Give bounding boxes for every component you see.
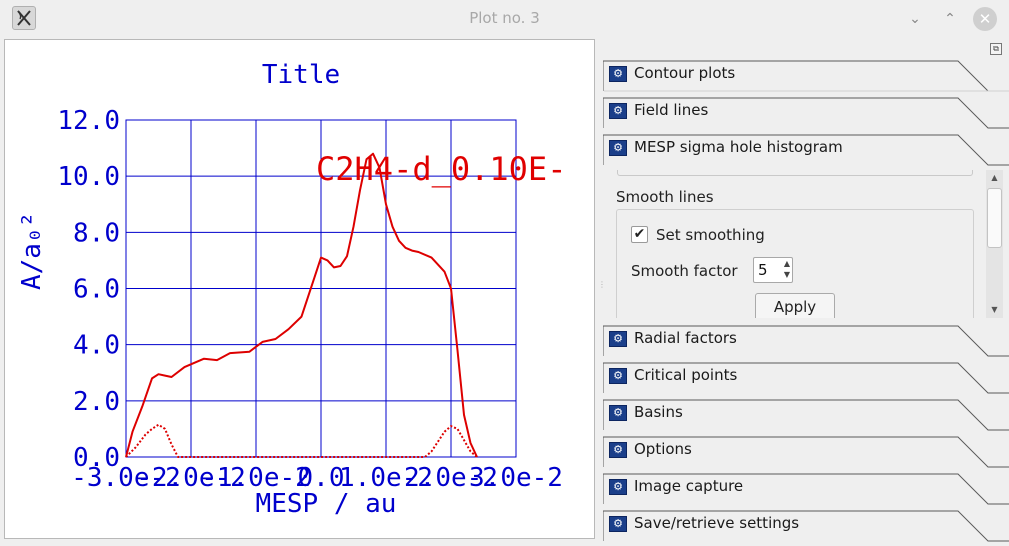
gear-icon: ⚙: [609, 368, 627, 384]
gear-icon: ⚙: [609, 140, 627, 156]
y-tick-labels: 0.02.04.06.08.010.012.0: [57, 106, 120, 473]
tab-label: MESP sigma hole histogram: [634, 138, 843, 156]
scrollbar-thumb[interactable]: [987, 188, 1002, 248]
spin-down-icon[interactable]: ▼: [784, 270, 790, 279]
tab-critical-points[interactable]: ⚙ Critical points: [603, 359, 1009, 394]
set-smoothing-checkbox[interactable]: ✔: [631, 226, 648, 243]
series-line-solid: [125, 152, 478, 458]
tab-radial-factors[interactable]: ⚙ Radial factors: [603, 322, 1009, 357]
tab-label: Image capture: [634, 477, 744, 495]
spin-up-icon[interactable]: ▲: [784, 259, 790, 268]
gear-icon: ⚙: [609, 103, 627, 119]
tab-label: Radial factors: [634, 329, 737, 347]
tab-basins[interactable]: ⚙ Basins: [603, 396, 1009, 431]
scroll-down-icon[interactable]: ▼: [986, 302, 1003, 318]
apply-button[interactable]: Apply: [755, 293, 835, 318]
tab-label: Basins: [634, 403, 683, 421]
splitter-handle[interactable]: ⋮: [598, 280, 606, 296]
x-axis-label: MESP / au: [256, 489, 397, 519]
tab-label: Contour plots: [634, 64, 736, 82]
set-smoothing-label[interactable]: Set smoothing: [656, 226, 765, 244]
gear-icon: ⚙: [609, 442, 627, 458]
dock-float-button[interactable]: ⧉: [990, 43, 1002, 55]
tab-label: Field lines: [634, 101, 709, 119]
gear-icon: ⚙: [609, 66, 627, 82]
gear-icon: ⚙: [609, 331, 627, 347]
tab-label: Save/retrieve settings: [634, 514, 800, 532]
gear-icon: ⚙: [609, 516, 627, 532]
content-frame-edge: [617, 170, 973, 176]
close-button[interactable]: ✕: [973, 7, 997, 31]
panel-scrollbar[interactable]: ▲ ▼: [986, 170, 1003, 318]
y-tick-label: 10.0: [57, 162, 120, 192]
gear-icon: ⚙: [609, 405, 627, 421]
tab-contour-plots[interactable]: ⚙ Contour plots: [603, 57, 1009, 92]
plot-area[interactable]: 0.0 2.0 4.0 6.0 8.0 10.0 12.0 -3.0e-2 -2.0e-2 -1…: [4, 39, 595, 539]
smooth-factor-label: Smooth factor: [631, 262, 738, 280]
series-line-dotted: [125, 423, 478, 458]
tab-options[interactable]: ⚙ Options: [603, 433, 1009, 468]
y-tick-label: 12.0: [57, 106, 120, 136]
window-title: Plot no. 3: [469, 9, 540, 27]
chart-series: [125, 152, 478, 458]
smooth-factor-value[interactable]: 5: [758, 261, 768, 279]
title-bar: Plot no. 3 ⌄ ⌃ ✕: [0, 0, 1009, 36]
tab-image-capture[interactable]: ⚙ Image capture: [603, 470, 1009, 505]
y-tick-label: 4.0: [73, 331, 120, 361]
chart-title: Title: [262, 60, 340, 90]
tab-mesp-sigma-hole-histogram[interactable]: ⚙ MESP sigma hole histogram: [603, 131, 1009, 166]
y-tick-label: 8.0: [73, 218, 120, 248]
series-annotation: C2H4-d_0.10E-: [316, 150, 566, 188]
mesp-histogram-panel: Smooth lines ✔ Set smoothing Smooth fact…: [603, 170, 985, 318]
smooth-factor-spinbox[interactable]: 5 ▲ ▼: [753, 257, 793, 283]
gear-icon: ⚙: [609, 479, 627, 495]
mesp-histogram-chart: 0.02.04.06.08.010.012.0 -3.0e-2-2.0e-2-1…: [17, 60, 566, 519]
smooth-lines-title: Smooth lines: [616, 188, 714, 206]
scroll-up-icon[interactable]: ▲: [986, 170, 1003, 186]
x-tick-label: 3.0e-2: [469, 463, 563, 493]
tab-field-lines[interactable]: ⚙ Field lines: [603, 94, 1009, 129]
y-axis-label: A/a₀²: [17, 212, 47, 290]
maximize-button[interactable]: ⌃: [939, 8, 961, 30]
tab-label: Critical points: [634, 366, 738, 384]
y-tick-label: 6.0: [73, 275, 120, 305]
tab-save-retrieve-settings[interactable]: ⚙ Save/retrieve settings: [603, 507, 1009, 542]
minimize-button[interactable]: ⌄: [904, 8, 926, 30]
tab-label: Options: [634, 440, 692, 458]
y-tick-label: 2.0: [73, 387, 120, 417]
